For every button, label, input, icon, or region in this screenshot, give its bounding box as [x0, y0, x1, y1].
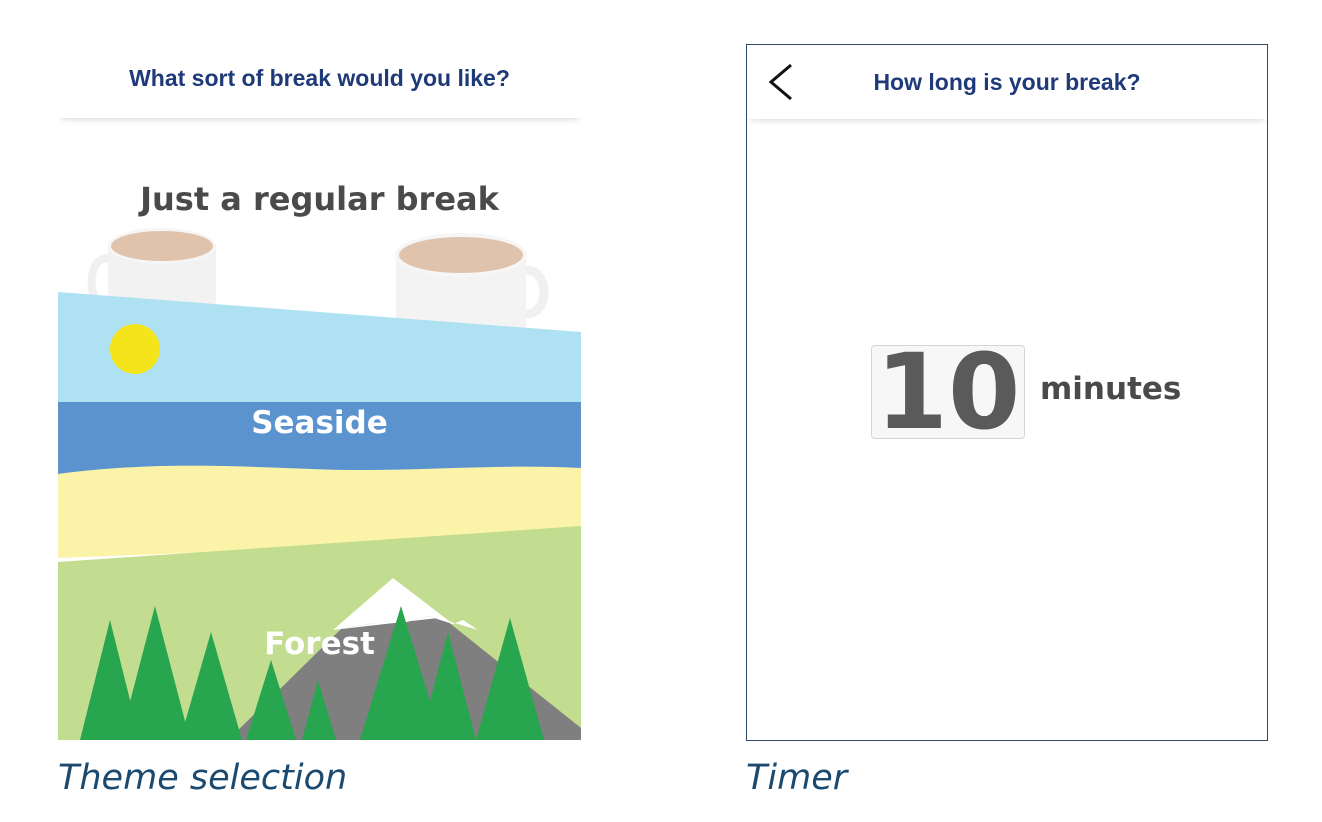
timer-value-input[interactable]: 10 — [871, 340, 1025, 444]
back-button[interactable] — [761, 59, 801, 105]
timer-unit-label: minutes — [1040, 371, 1182, 407]
theme-header-title: What sort of break would you like? — [129, 64, 510, 91]
theme-option-seaside[interactable]: Seaside — [58, 405, 581, 441]
caption-theme-selection: Theme selection — [58, 758, 348, 798]
caption-timer: Timer — [746, 758, 848, 798]
timer-header-title: How long is your break? — [873, 68, 1141, 95]
theme-option-forest[interactable]: Forest — [58, 626, 581, 662]
theme-header: What sort of break would you like? — [58, 38, 581, 118]
chevron-left-icon — [768, 63, 792, 101]
theme-option-regular-break[interactable]: Just a regular break — [58, 180, 581, 218]
timer-screen: How long is your break? 10 minutes — [746, 44, 1268, 741]
timer-header: How long is your break? — [747, 45, 1267, 119]
sun-icon — [110, 324, 160, 374]
theme-selection-screen: What sort of break would you like? Just … — [58, 38, 581, 740]
